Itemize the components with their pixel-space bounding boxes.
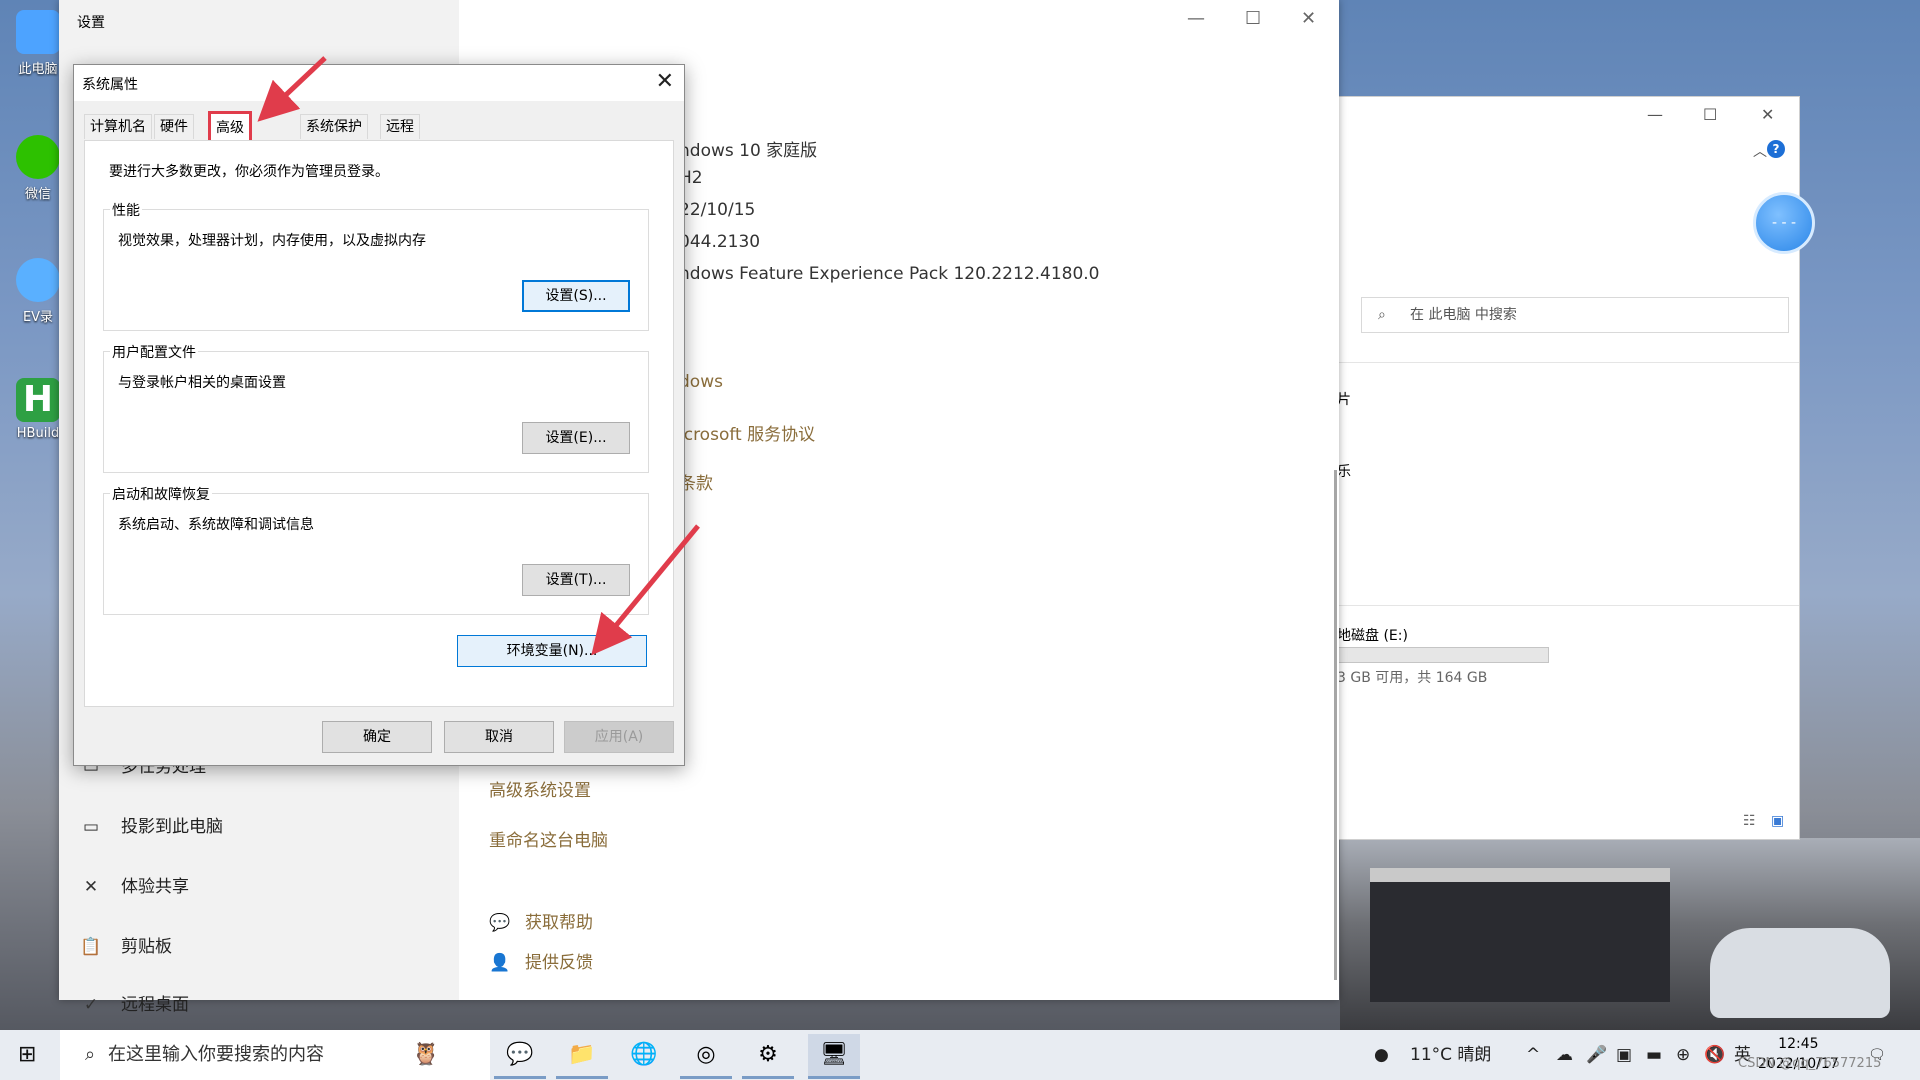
- settings-gear-icon[interactable]: ⚙: [742, 1034, 794, 1079]
- annotation-arrows: [257, 56, 700, 656]
- owl-search-icon[interactable]: 🦉: [400, 1034, 452, 1076]
- notification-icon[interactable]: 🗨: [1868, 1030, 1886, 1080]
- weather-sun-icon[interactable]: ●: [1374, 1030, 1389, 1080]
- file-explorer-taskbar-icon[interactable]: 📁: [556, 1034, 608, 1079]
- ev-taskbar-icon[interactable]: ◎: [680, 1034, 732, 1079]
- cloud-icon[interactable]: ☁: [1556, 1030, 1573, 1080]
- search-placeholder: 在这里输入你要搜索的内容: [108, 1044, 324, 1065]
- edge-icon[interactable]: 🌐: [618, 1034, 670, 1076]
- chevron-up-icon[interactable]: ^: [1526, 1030, 1540, 1080]
- network-globe-icon[interactable]: ⊕: [1676, 1030, 1690, 1080]
- weather-text[interactable]: 11°C 晴朗: [1410, 1030, 1491, 1080]
- battery-icon[interactable]: ▬: [1646, 1030, 1662, 1080]
- search-icon: ⌕: [84, 1044, 96, 1065]
- wechat-taskbar-icon[interactable]: 💬: [494, 1034, 546, 1079]
- windows-start-icon[interactable]: ⊞: [18, 1042, 36, 1067]
- system-properties-taskbar-icon[interactable]: 🖥: [808, 1034, 860, 1079]
- taskbar: ⊞ ⌕ 在这里输入你要搜索的内容 🦉 💬 📁 🌐 ◎ ⚙ 🖥 ● 11°C 晴朗 …: [0, 1030, 1920, 1080]
- microphone-icon[interactable]: 🎤: [1586, 1030, 1607, 1080]
- arrow-to-advanced-tab: [257, 56, 327, 122]
- clock-time: 12:45: [1778, 1036, 1819, 1052]
- ime-indicator[interactable]: 英: [1734, 1030, 1751, 1080]
- arrow-to-env-button: [591, 524, 700, 656]
- csdn-watermark: CSDN @qq_76577215: [1738, 1056, 1882, 1071]
- display-icon[interactable]: ▣: [1616, 1030, 1632, 1080]
- volume-muted-icon[interactable]: 🔇: [1704, 1030, 1725, 1080]
